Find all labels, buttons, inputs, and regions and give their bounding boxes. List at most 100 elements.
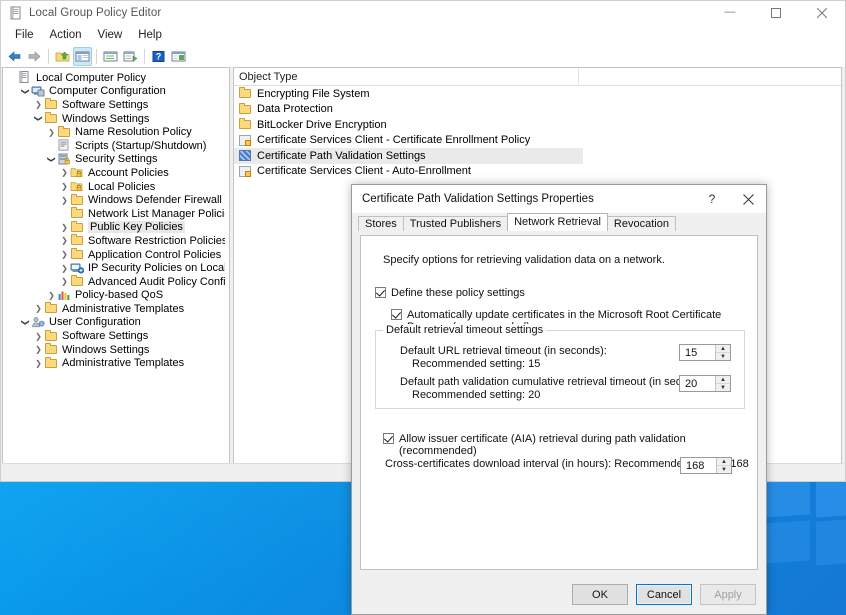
chevron-right-icon[interactable]: ❯ — [33, 359, 44, 368]
list-item[interactable]: Certificate Services Client - Auto-Enrol… — [234, 164, 841, 180]
dialog-close-button[interactable] — [730, 185, 766, 213]
tree-item-local-computer-policy[interactable]: Local Computer Policy — [3, 71, 229, 85]
path-validation-timeout-spinner[interactable]: 20 ▲ ▼ — [679, 375, 731, 392]
apply-button[interactable]: Apply — [700, 584, 756, 605]
back-icon[interactable] — [5, 47, 24, 66]
certificate-policy-icon — [238, 165, 253, 178]
chevron-right-icon[interactable]: ❯ — [59, 277, 70, 286]
url-retrieval-timeout-value[interactable]: 15 — [680, 347, 715, 359]
help-question-button[interactable]: ? — [694, 185, 730, 213]
tab-stores[interactable]: Stores — [358, 216, 404, 231]
list-item[interactable]: BitLocker Drive Encryption — [234, 117, 841, 133]
chevron-right-icon[interactable]: ❯ — [46, 291, 57, 300]
chevron-right-icon[interactable]: ❯ — [59, 250, 70, 259]
minimize-button[interactable]: — — [707, 1, 753, 24]
tree-item-administrative-templates[interactable]: ❯Administrative Templates — [3, 356, 229, 370]
tree-item-policy-based-qos[interactable]: ❯Policy-based QoS — [3, 289, 229, 303]
tree-item-ip-security-policies-on-local-comput[interactable]: ❯IP Security Policies on Local Comput — [3, 261, 229, 275]
chevron-right-icon[interactable]: ❯ — [59, 182, 70, 191]
tab-revocation[interactable]: Revocation — [607, 216, 676, 231]
chevron-down-icon[interactable]: ❯ — [21, 86, 30, 97]
url-timeout-spin-down[interactable]: ▼ — [716, 353, 730, 360]
chevron-right-icon[interactable]: ❯ — [46, 128, 57, 137]
tree-item-software-restriction-policies[interactable]: ❯Software Restriction Policies — [3, 234, 229, 248]
chevron-down-icon[interactable]: ❯ — [34, 113, 43, 124]
tree-item-windows-defender-firewall-with-adv[interactable]: ❯Windows Defender Firewall with Adv — [3, 193, 229, 207]
chevron-right-icon[interactable]: ❯ — [59, 236, 70, 245]
tree-item-advanced-audit-policy-configuration[interactable]: ❯Advanced Audit Policy Configuration — [3, 275, 229, 289]
tree-item-account-policies[interactable]: ❯Account Policies — [3, 166, 229, 180]
chevron-right-icon[interactable]: ❯ — [59, 223, 70, 232]
path-timeout-spin-arrows[interactable]: ▲ ▼ — [715, 376, 730, 391]
define-these-policy-settings-checkbox[interactable]: Define these policy settings — [375, 287, 525, 299]
cross-cert-spin-up[interactable]: ▲ — [717, 458, 731, 466]
tree-item-administrative-templates[interactable]: ❯Administrative Templates — [3, 302, 229, 316]
url-retrieval-timeout-spinner[interactable]: 15 ▲ ▼ — [679, 344, 731, 361]
tree-item-scripts-startup-shutdown[interactable]: Scripts (Startup/Shutdown) — [3, 139, 229, 153]
chevron-right-icon[interactable]: ❯ — [59, 196, 70, 205]
url-retrieval-timeout-label: Default URL retrieval timeout (in second… — [400, 345, 607, 371]
menu-file[interactable]: File — [7, 27, 42, 43]
tree-item-network-list-manager-policies[interactable]: Network List Manager Policies — [3, 207, 229, 221]
dialog-title: Certificate Path Validation Settings Pro… — [352, 193, 594, 205]
menu-help[interactable]: Help — [130, 27, 170, 43]
tree-item-windows-settings[interactable]: ❯Windows Settings — [3, 112, 229, 126]
cross-cert-spin-arrows[interactable]: ▲ ▼ — [716, 458, 731, 473]
up-one-level-icon[interactable] — [53, 47, 72, 66]
tree-item-user-configuration[interactable]: ❯User Configuration — [3, 316, 229, 330]
tree-item-software-settings[interactable]: ❯Software Settings — [3, 98, 229, 112]
toolbar: ? — [1, 45, 845, 68]
tree-item-windows-settings[interactable]: ❯Windows Settings — [3, 343, 229, 357]
tree-item-software-settings[interactable]: ❯Software Settings — [3, 329, 229, 343]
list-item[interactable]: Certificate Services Client - Certificat… — [234, 133, 841, 149]
cross-certificates-interval-spinner[interactable]: 168 ▲ ▼ — [680, 457, 732, 474]
chevron-right-icon[interactable]: ❯ — [33, 345, 44, 354]
tree-item-local-policies[interactable]: ❯Local Policies — [3, 180, 229, 194]
tree-item-name-resolution-policy[interactable]: ❯Name Resolution Policy — [3, 125, 229, 139]
chevron-right-icon[interactable]: ❯ — [33, 100, 44, 109]
path-validation-timeout-value[interactable]: 20 — [680, 378, 715, 390]
checkbox-box-auto-update[interactable] — [391, 309, 402, 320]
checkbox-box-define[interactable] — [375, 287, 386, 298]
view-icon[interactable] — [169, 47, 188, 66]
tab-trusted-publishers[interactable]: Trusted Publishers — [403, 216, 508, 231]
tree-item-security-settings[interactable]: ❯Security Settings — [3, 153, 229, 167]
help-icon[interactable]: ? — [149, 47, 168, 66]
path-timeout-spin-down[interactable]: ▼ — [716, 384, 730, 391]
list-item[interactable]: Certificate Path Validation Settings — [234, 148, 583, 164]
cross-cert-spin-down[interactable]: ▼ — [717, 466, 731, 473]
chevron-right-icon[interactable]: ❯ — [59, 264, 70, 273]
show-hide-console-tree-icon[interactable] — [73, 47, 92, 66]
list-column-header[interactable]: Object Type — [234, 68, 841, 86]
menu-action[interactable]: Action — [42, 27, 90, 43]
tab-network-retrieval[interactable]: Network Retrieval — [507, 213, 608, 231]
properties-icon[interactable] — [101, 47, 120, 66]
chevron-right-icon[interactable]: ❯ — [33, 304, 44, 313]
chevron-down-icon[interactable]: ❯ — [21, 317, 30, 328]
forward-icon[interactable] — [25, 47, 44, 66]
chevron-down-icon[interactable]: ❯ — [47, 154, 56, 165]
ok-button[interactable]: OK — [572, 584, 628, 605]
list-item[interactable]: Encrypting File System — [234, 86, 841, 102]
path-timeout-spin-up[interactable]: ▲ — [716, 376, 730, 384]
close-button[interactable] — [799, 1, 845, 24]
tree-item-label: Public Key Policies — [88, 221, 185, 233]
allow-aia-retrieval-checkbox[interactable]: Allow issuer certificate (AIA) retrieval… — [383, 433, 757, 457]
cross-certificates-interval-value[interactable]: 168 — [681, 460, 716, 472]
chevron-right-icon[interactable]: ❯ — [33, 332, 44, 341]
cancel-button[interactable]: Cancel — [636, 584, 692, 605]
url-timeout-spin-arrows[interactable]: ▲ ▼ — [715, 345, 730, 360]
checkbox-box-aia[interactable] — [383, 433, 394, 444]
folder-icon — [70, 194, 85, 207]
url-timeout-spin-up[interactable]: ▲ — [716, 345, 730, 353]
tree-item-application-control-policies[interactable]: ❯Application Control Policies — [3, 248, 229, 262]
console-tree[interactable]: Local Computer Policy❯Computer Configura… — [3, 68, 229, 463]
column-object-type[interactable]: Object Type — [234, 68, 579, 85]
chevron-right-icon[interactable]: ❯ — [59, 168, 70, 177]
list-item[interactable]: Data Protection — [234, 102, 841, 118]
menu-view[interactable]: View — [90, 27, 131, 43]
tree-item-public-key-policies[interactable]: ❯ Public Key Policies — [3, 221, 229, 235]
export-list-icon[interactable] — [121, 47, 140, 66]
tree-item-computer-configuration[interactable]: ❯Computer Configuration — [3, 85, 229, 99]
maximize-button[interactable] — [753, 1, 799, 24]
